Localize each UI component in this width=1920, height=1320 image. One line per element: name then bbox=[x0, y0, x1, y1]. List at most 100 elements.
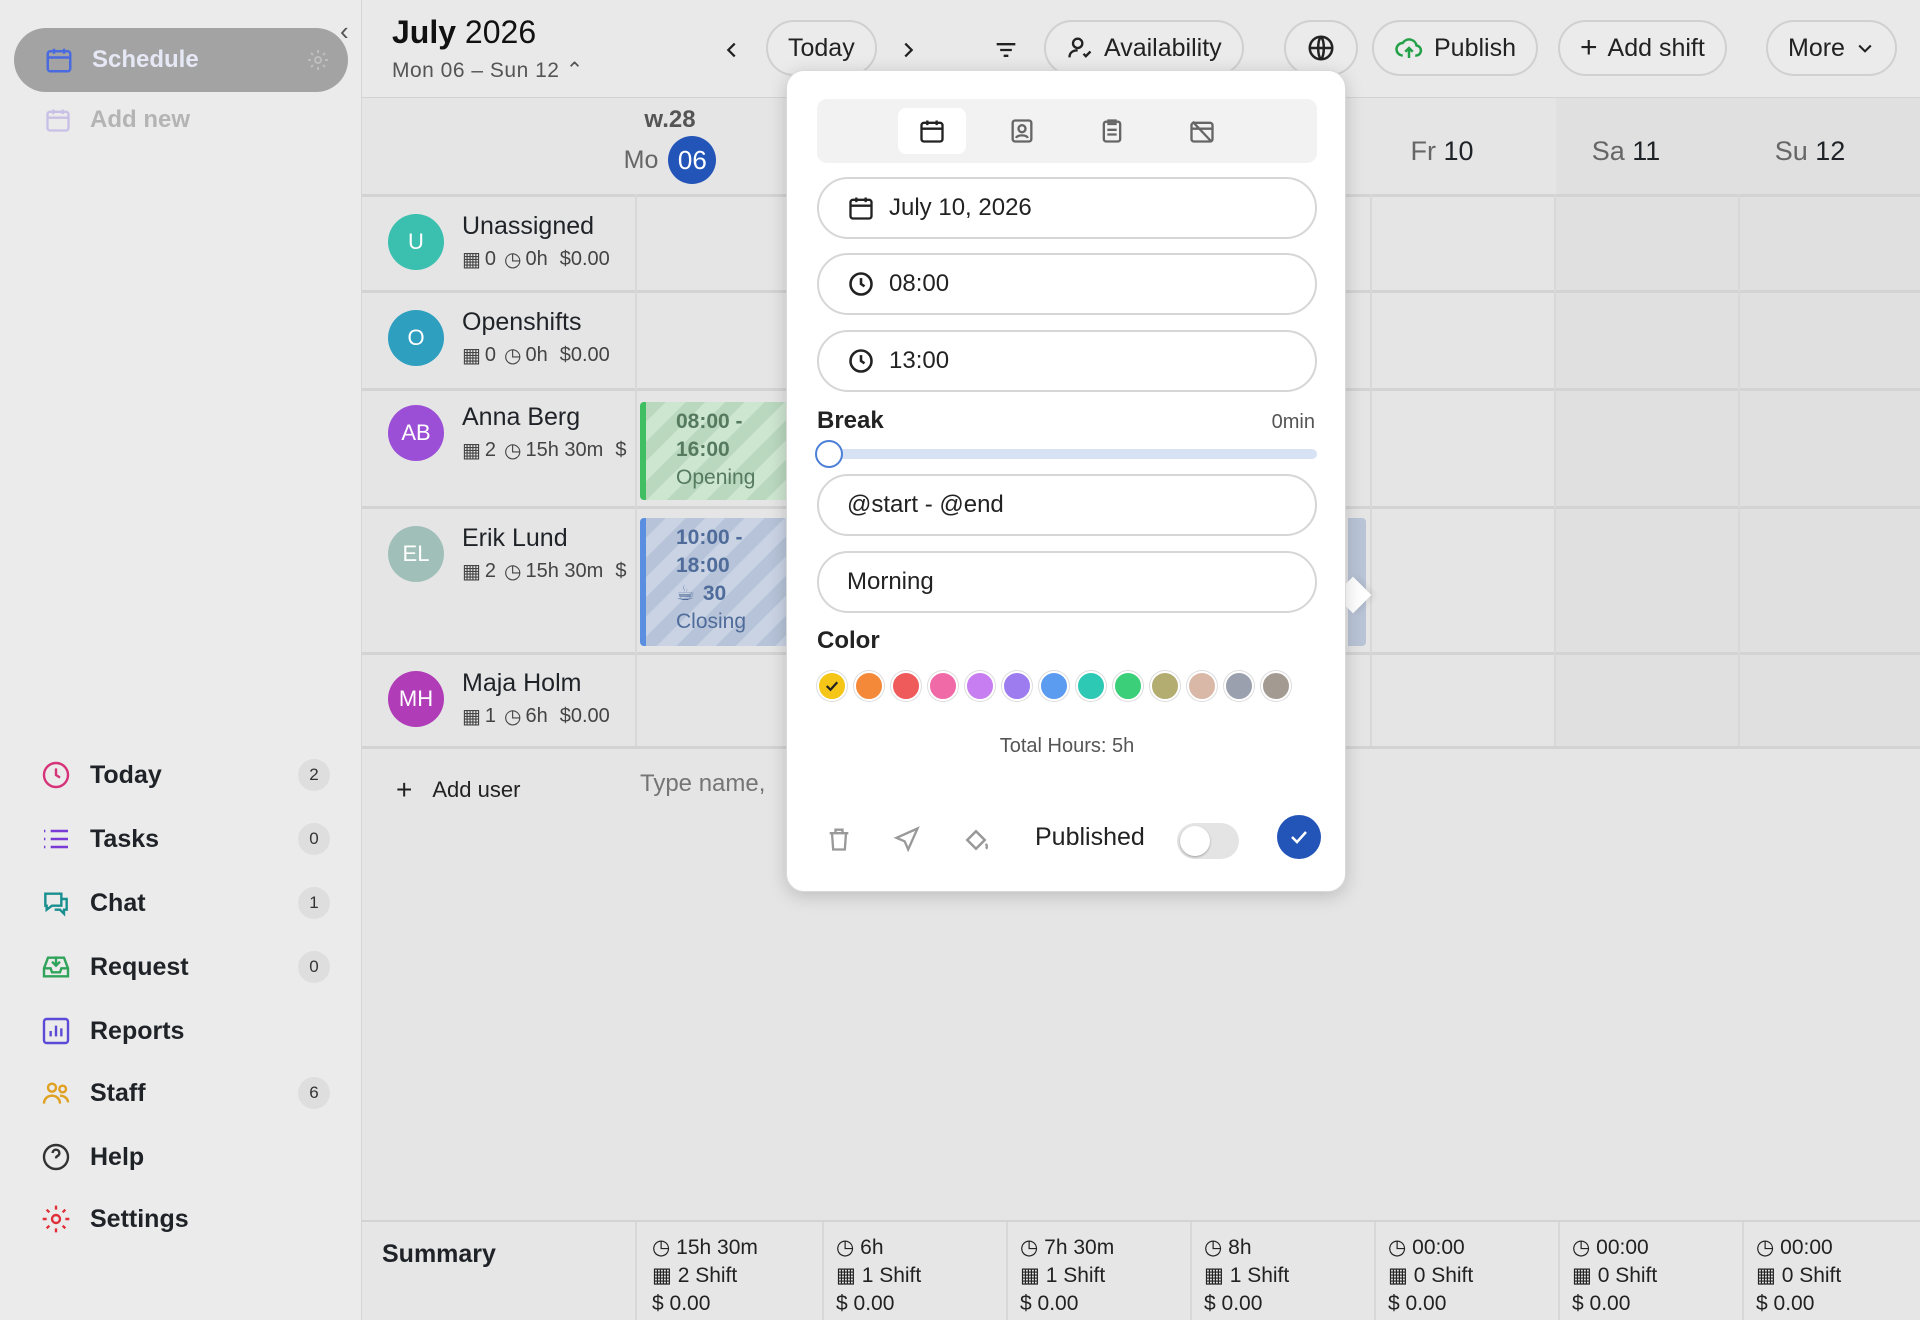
color-swatch[interactable] bbox=[854, 671, 884, 701]
date-field[interactable]: July 10, 2026 bbox=[817, 177, 1317, 239]
check-icon bbox=[823, 677, 841, 695]
shift-card-anna[interactable]: 08:00 -16:00 Opening bbox=[640, 402, 790, 500]
more-button[interactable]: More bbox=[1766, 20, 1897, 76]
sidebar-item-settings[interactable]: Settings bbox=[40, 1194, 330, 1244]
clock-icon: ◷ bbox=[504, 440, 522, 462]
tab-calendar-off-icon[interactable] bbox=[1168, 108, 1236, 154]
color-swatch[interactable] bbox=[1224, 671, 1254, 701]
availability-button[interactable]: Availability bbox=[1044, 20, 1244, 76]
shift-name-field[interactable]: Morning bbox=[817, 551, 1317, 613]
day-header-fri: Fr 10 bbox=[1410, 136, 1474, 166]
day-header-sun: Su 12 bbox=[1774, 136, 1846, 166]
divider bbox=[1558, 1222, 1560, 1320]
sidebar-item-help[interactable]: Help bbox=[40, 1132, 330, 1182]
color-swatch[interactable] bbox=[1150, 671, 1180, 701]
color-swatch[interactable] bbox=[1002, 671, 1032, 701]
break-slider-thumb[interactable] bbox=[815, 440, 843, 468]
color-swatch[interactable] bbox=[1187, 671, 1217, 701]
clock-icon: ◷ bbox=[652, 1236, 671, 1259]
user-hours: 15h 30m bbox=[525, 560, 604, 582]
today-button[interactable]: Today bbox=[766, 20, 877, 76]
user-hours: 0h bbox=[525, 344, 548, 366]
date-range[interactable]: Mon 06 – Sun 12 ⌃ bbox=[392, 58, 584, 83]
summary-bar: Summary ◷ 15h 30m ▦ 2 Shift $ 0.00 ◷ 6h ▦ 1 … bbox=[362, 1220, 1920, 1320]
shift-card-erik[interactable]: 10:00 -18:00 ☕ 30 Closing bbox=[640, 518, 790, 646]
type-name-input[interactable] bbox=[640, 762, 790, 806]
send-icon[interactable] bbox=[893, 825, 921, 853]
user-row[interactable]: MH Maja Holm ▦ 1 ◷ 6h $0.00 bbox=[362, 651, 632, 747]
tab-clipboard-icon[interactable] bbox=[1078, 108, 1146, 154]
confirm-button[interactable] bbox=[1277, 815, 1321, 859]
break-label: Break bbox=[817, 407, 884, 434]
tab-contact-icon[interactable] bbox=[988, 108, 1056, 154]
sidebar-item-today[interactable]: Today 2 bbox=[40, 750, 330, 800]
clock-icon: ◷ bbox=[504, 345, 522, 367]
timezone-button[interactable] bbox=[1284, 20, 1358, 76]
paint-bucket-icon[interactable] bbox=[961, 825, 991, 855]
summary-cell: ◷ 7h 30m ▦ 1 Shift $ 0.00 bbox=[1020, 1236, 1115, 1315]
color-swatch[interactable] bbox=[817, 671, 847, 701]
color-swatch[interactable] bbox=[965, 671, 995, 701]
user-name: Anna Berg bbox=[462, 403, 581, 431]
plus-icon: + bbox=[396, 774, 413, 805]
color-swatch[interactable] bbox=[891, 671, 921, 701]
divider bbox=[635, 1222, 637, 1320]
sidebar-item-label: Staff bbox=[90, 1078, 146, 1107]
user-row[interactable]: AB Anna Berg ▦ 2 ◷ 15h 30m $ bbox=[362, 385, 632, 481]
color-swatch[interactable] bbox=[928, 671, 958, 701]
collapse-sidebar-icon[interactable]: ‹ bbox=[340, 16, 349, 47]
user-row[interactable]: O Openshifts ▦ 0 ◷ 0h $0.00 bbox=[362, 290, 632, 386]
clock-icon: ◷ bbox=[1388, 1236, 1407, 1259]
color-swatch[interactable] bbox=[1261, 671, 1291, 701]
plus-icon: + bbox=[1580, 31, 1598, 64]
title-template-field[interactable]: @start - @end bbox=[817, 474, 1317, 536]
chevron-right-icon[interactable] bbox=[888, 30, 928, 70]
sidebar-item-reports[interactable]: Reports bbox=[40, 1006, 330, 1056]
color-swatch[interactable] bbox=[1076, 671, 1106, 701]
sidebar-item-schedule[interactable]: Schedule bbox=[14, 28, 348, 92]
total-hours: Total Hours: 5h bbox=[999, 735, 1135, 757]
summary-cell: ◷ 00:00 ▦ 0 Shift $ 0.00 bbox=[1756, 1236, 1842, 1315]
color-swatch[interactable] bbox=[1113, 671, 1143, 701]
break-slider[interactable] bbox=[815, 440, 1317, 468]
user-name: Maja Holm bbox=[462, 669, 582, 697]
summary-cell: ◷ 00:00 ▦ 0 Shift $ 0.00 bbox=[1388, 1236, 1474, 1315]
sidebar-item-tasks[interactable]: Tasks 0 bbox=[40, 814, 330, 864]
user-row[interactable]: U Unassigned ▦ 0 ◷ 0h $0.00 bbox=[362, 194, 632, 290]
trash-icon[interactable] bbox=[825, 825, 853, 853]
add-shift-button[interactable]: + Add shift bbox=[1558, 20, 1727, 76]
sidebar-item-staff[interactable]: Staff 6 bbox=[40, 1068, 330, 1118]
end-time-field[interactable]: 13:00 bbox=[817, 330, 1317, 392]
chevron-left-icon[interactable] bbox=[712, 30, 752, 70]
sidebar-item-request[interactable]: Request 0 bbox=[40, 942, 330, 992]
sidebar-item-label: Today bbox=[90, 760, 162, 789]
user-hours: 0h bbox=[525, 248, 548, 270]
user-cost: $0.00 bbox=[559, 248, 610, 270]
tab-calendar-icon[interactable] bbox=[898, 108, 966, 154]
color-swatch[interactable] bbox=[1039, 671, 1069, 701]
divider bbox=[635, 194, 637, 746]
add-user-button[interactable]: + Add user bbox=[396, 774, 520, 806]
publish-button[interactable]: Publish bbox=[1372, 20, 1538, 76]
sidebar: Schedule Add new ‹ Today 2 Tasks 0 Chat 1 Requ… bbox=[0, 0, 362, 1320]
start-time-field[interactable]: 08:00 bbox=[817, 253, 1317, 315]
users-icon bbox=[40, 1077, 72, 1109]
page-title: July 2026 bbox=[392, 14, 537, 50]
user-row[interactable]: EL Erik Lund ▦ 2 ◷ 15h 30m $ bbox=[362, 506, 632, 602]
shift-count: 0 bbox=[484, 248, 497, 270]
dollar-icon: $ bbox=[1756, 1292, 1768, 1315]
published-toggle[interactable] bbox=[1177, 823, 1239, 859]
sidebar-item-add-new[interactable]: Add new bbox=[44, 106, 190, 134]
divider bbox=[1190, 1222, 1192, 1320]
clock-icon: ◷ bbox=[1756, 1236, 1775, 1259]
user-hours: 15h 30m bbox=[525, 439, 604, 461]
sidebar-item-chat[interactable]: Chat 1 bbox=[40, 878, 330, 928]
dollar-icon: $ bbox=[1020, 1292, 1032, 1315]
chat-icon bbox=[40, 887, 72, 919]
coffee-icon: ☕ bbox=[676, 582, 695, 605]
gear-icon[interactable] bbox=[306, 48, 330, 72]
filter-icon[interactable] bbox=[986, 30, 1026, 70]
count-badge: 6 bbox=[298, 1077, 330, 1109]
list-icon bbox=[40, 823, 72, 855]
chevron-down-icon bbox=[1855, 38, 1875, 58]
